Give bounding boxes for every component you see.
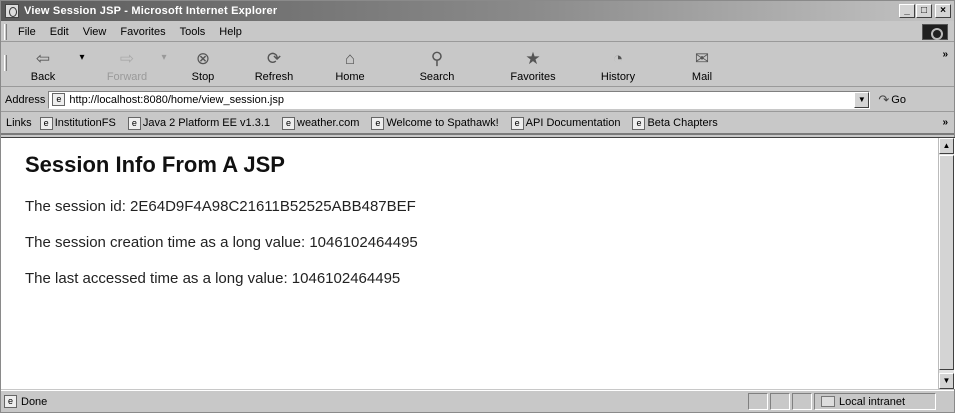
address-label: Address <box>5 93 46 106</box>
favorites-icon: ★ <box>525 49 541 68</box>
status-text-area: e Done <box>1 395 748 408</box>
link-weather[interactable]: e weather.com <box>282 116 360 130</box>
minimize-button[interactable]: _ <box>899 4 915 18</box>
link-spathawk[interactable]: e Welcome to Spathawk! <box>371 116 499 130</box>
history-button[interactable]: ◔ History <box>579 43 657 83</box>
history-icon: ◔ <box>612 49 624 68</box>
links-label[interactable]: Links <box>6 117 32 129</box>
window-title: View Session JSP - Microsoft Internet Ex… <box>24 5 278 17</box>
toolbar-overflow-chevron[interactable]: » <box>942 49 948 60</box>
links-bar: Links e InstitutionFS e Java 2 Platform … <box>1 113 954 135</box>
security-zone[interactable]: Local intranet <box>814 393 936 410</box>
forward-label: Forward <box>106 71 148 83</box>
search-label: Search <box>419 71 455 83</box>
session-id-line: The session id: 2E64D9F4A98C21611B52525A… <box>25 198 416 215</box>
address-input[interactable]: e http://localhost:8080/home/view_sessio… <box>48 90 871 109</box>
scroll-thumb[interactable] <box>939 155 954 370</box>
history-label: History <box>600 71 636 83</box>
scroll-down-button[interactable]: ▼ <box>939 373 954 389</box>
intranet-zone-icon <box>821 396 835 407</box>
link-beta-chapters[interactable]: e Beta Chapters <box>632 116 718 130</box>
zone-label: Local intranet <box>839 395 906 408</box>
vertical-scrollbar[interactable]: ▲ ▼ <box>938 138 954 389</box>
back-button[interactable]: ⇦ Back <box>11 43 75 83</box>
link-institutionfs[interactable]: e InstitutionFS <box>39 116 116 130</box>
stop-icon: ⊗ <box>195 49 211 68</box>
page-viewport: Session Info From A JSP The session id: … <box>1 137 955 389</box>
status-page-icon: e <box>4 395 17 408</box>
link-label: InstitutionFS <box>54 117 116 129</box>
mail-button[interactable]: ✉ Mail <box>657 43 747 83</box>
page-icon: e <box>52 93 66 106</box>
home-label: Home <box>335 71 365 83</box>
link-java2ee[interactable]: e Java 2 Platform EE v1.3.1 <box>127 116 270 130</box>
address-bar: Address e http://localhost:8080/home/vie… <box>1 88 954 112</box>
address-url[interactable]: http://localhost:8080/home/view_session.… <box>69 94 284 106</box>
links-overflow-chevron[interactable]: » <box>942 117 948 128</box>
status-bar: e Done Local intranet <box>1 390 954 412</box>
forward-dropdown[interactable]: ▾ <box>157 52 171 83</box>
link-api-docs[interactable]: e API Documentation <box>510 116 621 130</box>
go-button[interactable]: ↷ Go <box>878 92 906 108</box>
scroll-up-button[interactable]: ▲ <box>939 138 954 154</box>
address-dropdown-button[interactable]: ▼ <box>854 91 870 108</box>
ie-throbber-icon <box>922 24 948 40</box>
search-button[interactable]: ⚲ Search <box>387 43 487 83</box>
stop-button[interactable]: ⊗ Stop <box>171 43 235 83</box>
window-controls: _ □ × <box>899 4 951 18</box>
menu-favorites[interactable]: Favorites <box>113 26 172 38</box>
title-bar: View Session JSP - Microsoft Internet Ex… <box>1 1 954 21</box>
favorites-label: Favorites <box>510 71 556 83</box>
creation-time-line: The session creation time as a long valu… <box>25 234 418 251</box>
maximize-button[interactable]: □ <box>916 4 932 18</box>
menubar-grip[interactable] <box>4 23 7 40</box>
refresh-label: Refresh <box>254 71 294 83</box>
status-pane <box>770 393 790 410</box>
link-label: weather.com <box>297 117 360 129</box>
ie-app-icon[interactable] <box>5 4 19 18</box>
link-page-icon: e <box>127 116 141 130</box>
forward-button[interactable]: ⇨ Forward <box>97 43 157 83</box>
link-page-icon: e <box>632 116 646 130</box>
favorites-button[interactable]: ★ Favorites <box>487 43 579 83</box>
go-label: Go <box>891 93 906 106</box>
mail-icon: ✉ <box>694 49 710 68</box>
link-label: Welcome to Spathawk! <box>386 117 499 129</box>
page-body: Session Info From A JSP The session id: … <box>25 144 925 306</box>
search-icon: ⚲ <box>430 49 444 68</box>
link-page-icon: e <box>371 116 385 130</box>
menu-file[interactable]: File <box>11 26 43 38</box>
forward-arrow-icon: ⇨ <box>119 49 135 68</box>
home-button[interactable]: ⌂ Home <box>313 43 387 83</box>
toolbar-grip[interactable] <box>4 55 7 71</box>
back-dropdown[interactable]: ▾ <box>75 52 89 83</box>
link-page-icon: e <box>282 116 295 130</box>
link-page-icon: e <box>39 116 53 130</box>
link-label: Java 2 Platform EE v1.3.1 <box>142 117 270 129</box>
browser-window: View Session JSP - Microsoft Internet Ex… <box>0 0 955 413</box>
status-pane <box>792 393 812 410</box>
refresh-button[interactable]: ⟳ Refresh <box>235 43 313 83</box>
mail-label: Mail <box>691 71 713 83</box>
status-text: Done <box>21 395 48 408</box>
link-page-icon: e <box>510 116 524 130</box>
close-button[interactable]: × <box>935 4 951 18</box>
refresh-icon: ⟳ <box>266 49 282 68</box>
back-label: Back <box>30 71 56 83</box>
page-heading: Session Info From A JSP <box>25 152 285 177</box>
link-label: API Documentation <box>525 117 621 129</box>
status-pane <box>748 393 768 410</box>
last-accessed-line: The last accessed time as a long value: … <box>25 270 401 287</box>
menu-tools[interactable]: Tools <box>173 26 213 38</box>
menu-help[interactable]: Help <box>212 26 249 38</box>
menu-bar: File Edit View Favorites Tools Help <box>1 22 954 42</box>
home-icon: ⌂ <box>344 49 356 68</box>
link-label: Beta Chapters <box>647 117 718 129</box>
standard-toolbar: ⇦ Back ▾ ⇨ Forward ▾ ⊗ Stop ⟳ Refresh ⌂ … <box>1 43 954 87</box>
menu-edit[interactable]: Edit <box>43 26 76 38</box>
back-arrow-icon: ⇦ <box>35 49 51 68</box>
stop-label: Stop <box>191 71 215 83</box>
menu-view[interactable]: View <box>76 26 114 38</box>
go-arrow-icon: ↷ <box>878 91 890 107</box>
